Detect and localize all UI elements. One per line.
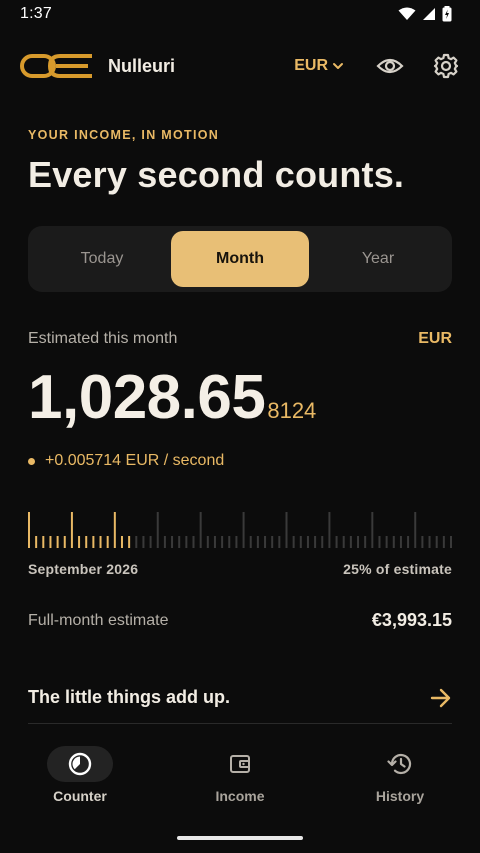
nav-income-label: Income — [215, 788, 265, 804]
estimate-label: Estimated this month — [28, 330, 178, 347]
nav-counter-label: Counter — [53, 788, 107, 804]
tab-today[interactable]: Today — [33, 231, 171, 287]
status-bar: 1:37 — [0, 0, 480, 28]
little-things-label: The little things add up. — [28, 687, 230, 707]
arrow-right-icon — [430, 688, 451, 707]
full-month-row: Full-month estimate €3,993.15 — [28, 610, 452, 631]
settings-button[interactable] — [432, 52, 460, 80]
status-icons — [398, 6, 452, 22]
nav-history[interactable]: History — [320, 740, 480, 820]
estimate-value-fraction: 8124 — [267, 398, 317, 423]
nav-counter-pill — [47, 746, 113, 782]
wifi-icon — [398, 7, 416, 20]
cellular-icon — [423, 8, 435, 20]
nav-counter[interactable]: Counter — [0, 740, 160, 820]
home-indicator[interactable] — [177, 836, 303, 840]
estimate-value-main: 1,028.65 — [28, 363, 266, 432]
history-icon — [387, 753, 412, 775]
bottom-navigation: Counter Income History — [0, 740, 480, 820]
month-period: September 2026 — [28, 561, 139, 577]
app-logo — [20, 53, 94, 79]
estimate-currency: EUR — [418, 330, 452, 347]
app-bar: Nulleuri EUR — [0, 44, 480, 88]
currency-selector[interactable]: EUR — [294, 57, 344, 75]
eye-icon — [376, 58, 404, 74]
little-things-row[interactable]: The little things add up. — [28, 680, 452, 724]
rate-row: +0.005714 EUR / second — [28, 452, 224, 470]
rate-dot — [28, 457, 35, 465]
estimate-value: 1,028.65 8124 — [28, 362, 316, 433]
chevron-down-icon — [333, 63, 343, 69]
full-month-value: €3,993.15 — [371, 610, 452, 630]
full-month-label: Full-month estimate — [28, 611, 169, 629]
timer-icon — [68, 752, 92, 776]
tab-year[interactable]: Year — [309, 231, 447, 287]
hero-headline: Every second counts. — [28, 154, 405, 195]
tab-month[interactable]: Month — [171, 231, 309, 287]
hero-eyebrow: YOUR INCOME, IN MOTION — [28, 128, 220, 142]
month-progress-ticks — [28, 512, 452, 548]
nav-history-label: History — [375, 788, 425, 804]
period-selector: Today Month Year — [28, 226, 452, 292]
battery-icon — [442, 6, 452, 22]
month-percent: 25% of estimate — [343, 561, 452, 577]
currency-selector-label: EUR — [294, 57, 328, 74]
nav-income[interactable]: Income — [160, 740, 320, 820]
app-title: Nulleuri — [108, 55, 176, 76]
nav-income-pill — [207, 746, 273, 782]
wallet-icon — [230, 755, 250, 773]
month-row: September 2026 25% of estimate — [28, 561, 452, 577]
rate-text: +0.005714 EUR / second — [45, 452, 225, 469]
visibility-toggle-button[interactable] — [376, 52, 404, 80]
status-time: 1:37 — [20, 5, 52, 22]
nav-history-pill — [367, 746, 433, 782]
gear-icon — [433, 53, 459, 79]
